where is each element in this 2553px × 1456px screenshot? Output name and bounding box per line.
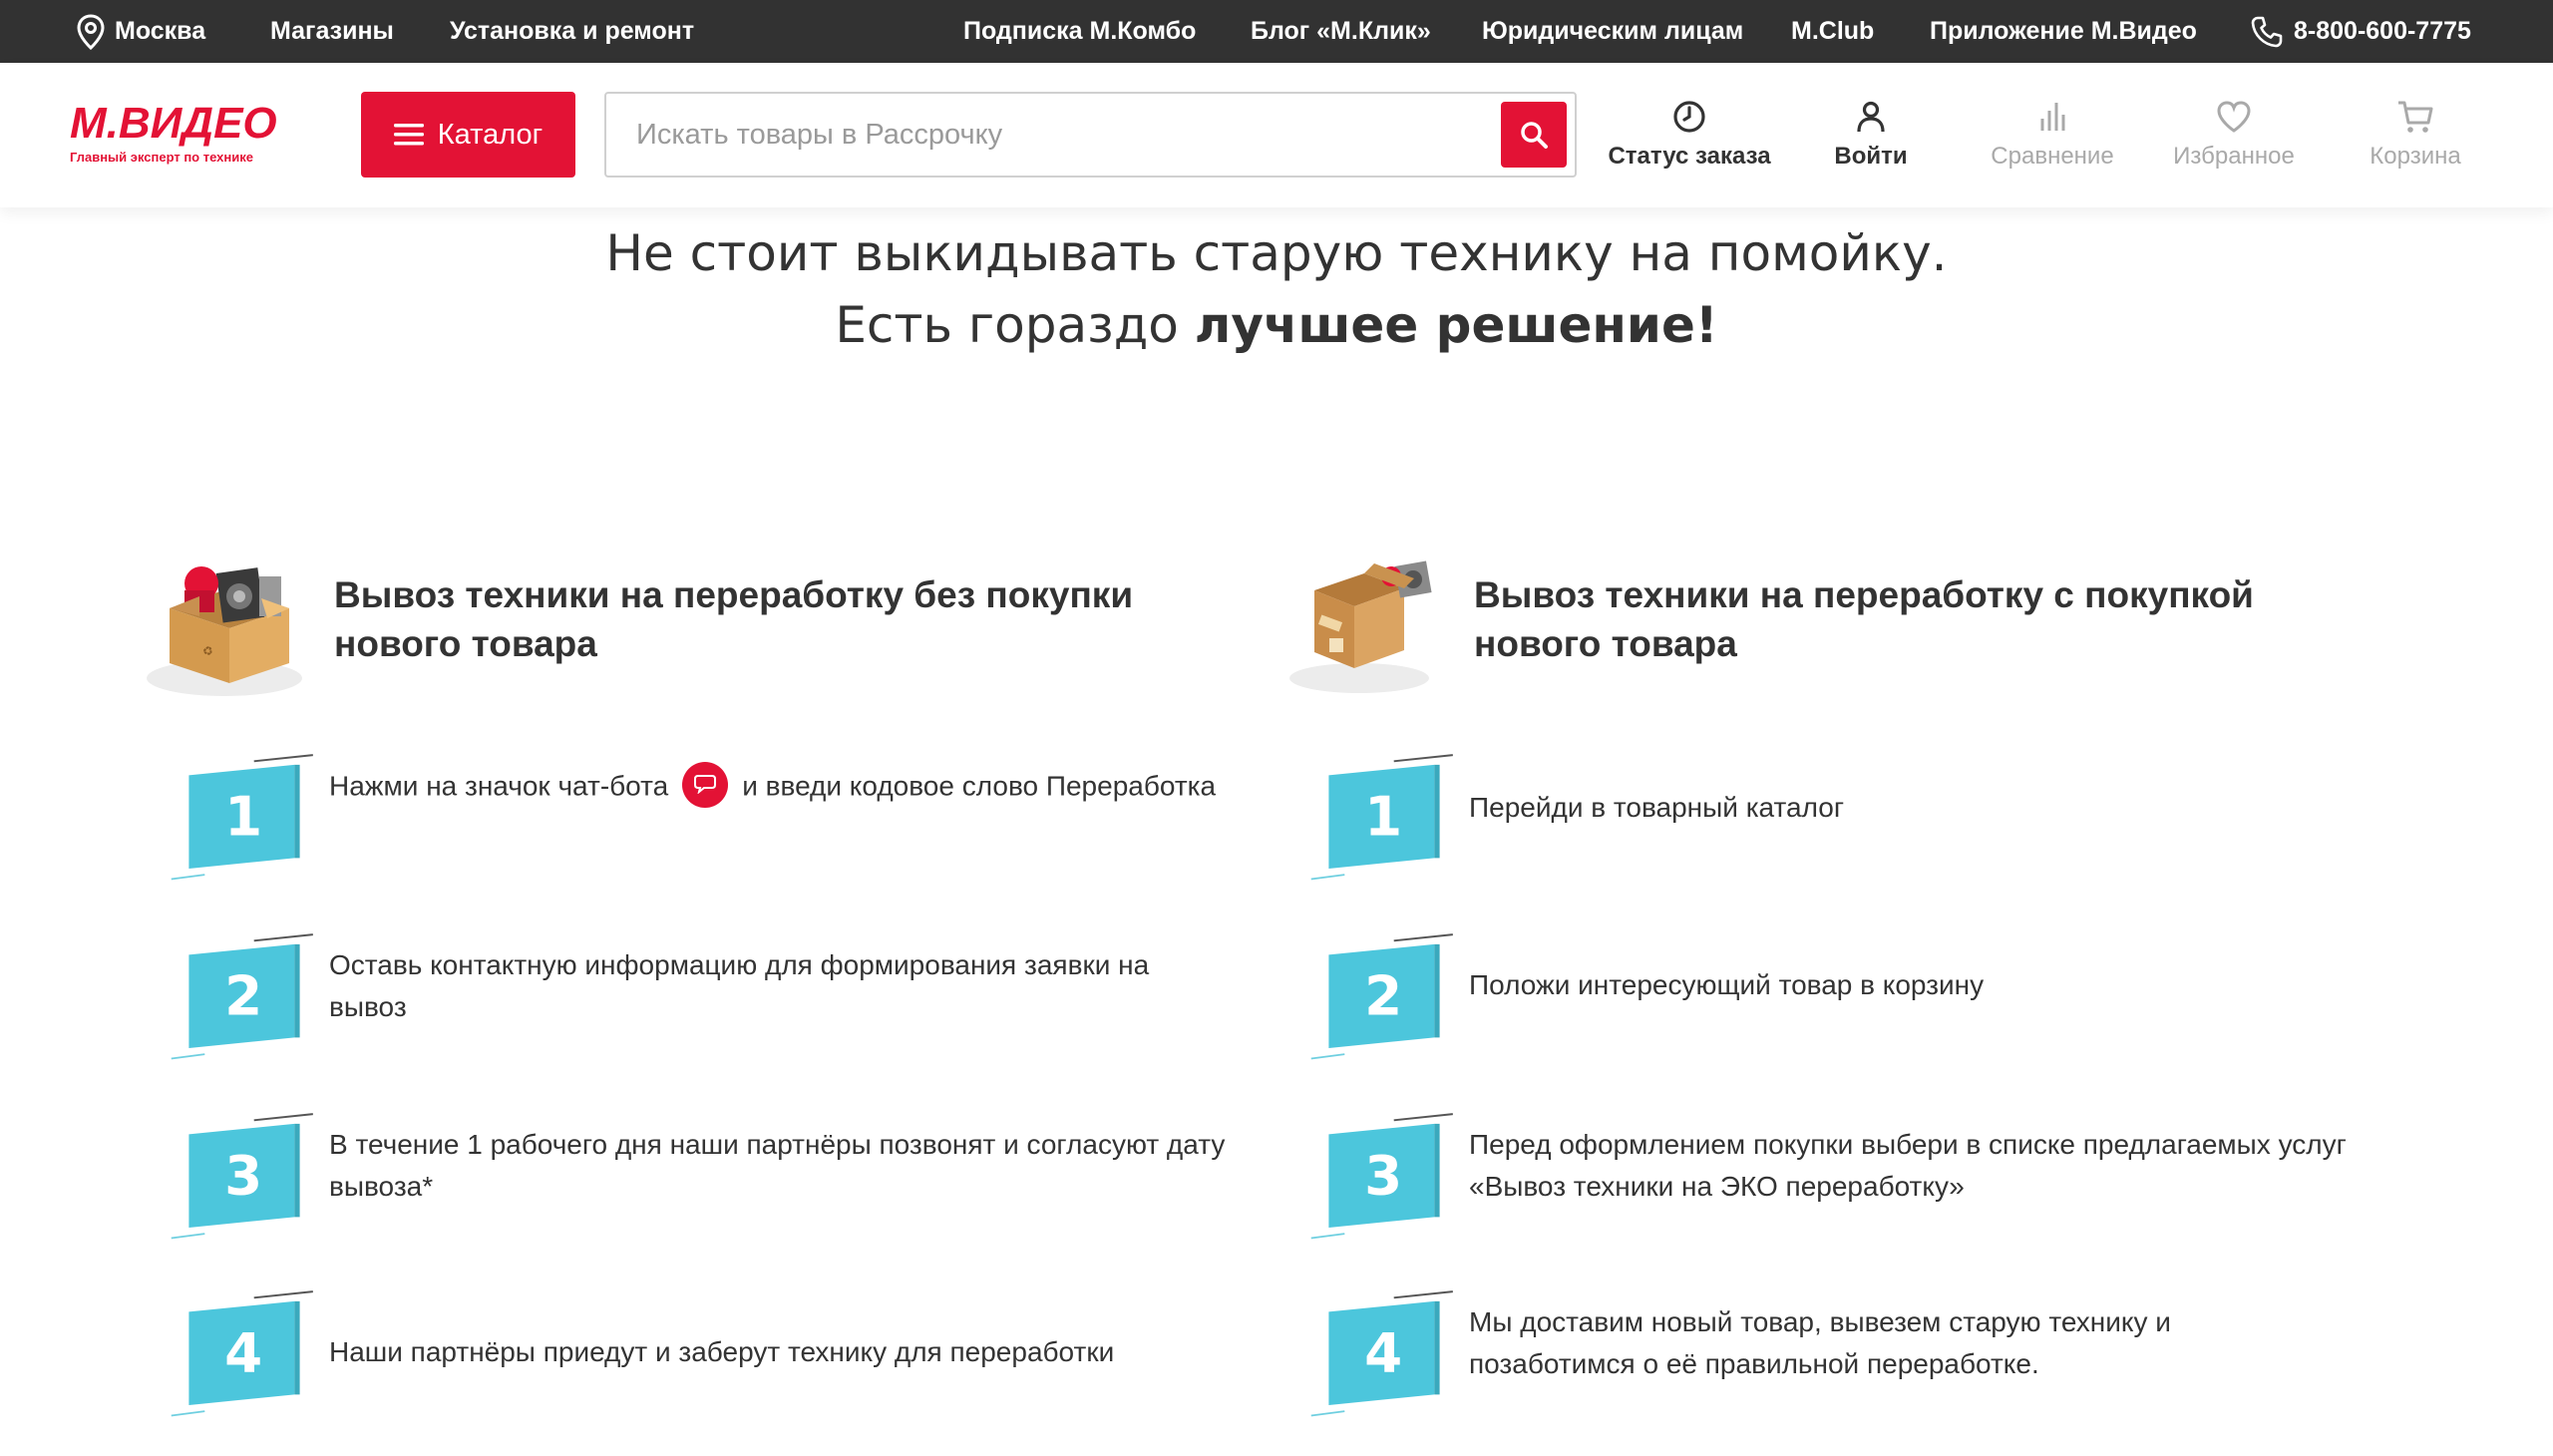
bar-chart-icon <box>2040 103 2065 131</box>
phone-number: 8-800-600-7775 <box>2294 17 2471 45</box>
logo-brand: М.ВИДЕО <box>70 99 277 148</box>
order-status-label: Статус заказа <box>1608 143 1771 170</box>
step-number: 1 <box>1364 784 1402 848</box>
hero-line-2-regular: Есть гораздо <box>835 296 1195 354</box>
step-number-4-icon: 4 <box>1309 1290 1454 1417</box>
subscription-link[interactable]: Подписка М.Комбо <box>963 0 1196 63</box>
left-step-4: 4 Наши партнёры приедут и заберут техник… <box>170 1277 1267 1427</box>
step-number-2-icon: 2 <box>1309 933 1454 1060</box>
heart-icon <box>2217 101 2251 133</box>
user-icon <box>1857 101 1885 133</box>
main-header: М.ВИДЕО Главный эксперт по технике Катал… <box>0 63 2553 207</box>
left-column-header: ♻ Вывоз техники на переработку без покуп… <box>140 529 1257 708</box>
step-number: 3 <box>224 1143 262 1207</box>
hero-line-2-bold: лучшее решение! <box>1194 296 1718 354</box>
top-bar: Москва Магазины Установка и ремонт Подпи… <box>0 0 2553 63</box>
catalog-label: Каталог <box>437 118 544 151</box>
step-number: 4 <box>224 1320 262 1384</box>
login-button[interactable]: Войти <box>1781 99 1961 179</box>
step-number-2-icon: 2 <box>170 933 314 1060</box>
favorites-button[interactable]: Избранное <box>2144 99 2324 179</box>
hero-line-1: Не стоит выкидывать старую технику на по… <box>605 224 1948 282</box>
step-number: 2 <box>1364 963 1402 1027</box>
left-step-1: 1 Нажми на значок чат-бота и введи кодово… <box>170 741 1267 891</box>
location-pin-icon <box>77 14 105 51</box>
left-step-2: 2 Оставь контактную информацию для форми… <box>170 920 1267 1070</box>
chat-bubble-icon <box>694 775 717 794</box>
step-number: 3 <box>1364 1143 1402 1207</box>
right-step-2-text: Положи интересующий товар в корзину <box>1469 969 1985 1000</box>
blog-link[interactable]: Блог «М.Клик» <box>1251 0 1431 63</box>
left-column-title: Вывоз техники на переработку без покупки… <box>334 574 1134 664</box>
mclub-link[interactable]: M.Club <box>1791 0 1874 63</box>
legal-entities-link[interactable]: Юридическим лицам <box>1482 0 1743 63</box>
favorites-label: Избранное <box>2173 143 2295 170</box>
search-box <box>604 92 1577 178</box>
left-step-1-text-after: и введи кодовое слово Переработка <box>742 770 1217 802</box>
step-number-3-icon: 3 <box>1309 1113 1454 1240</box>
city-label: Москва <box>115 17 206 45</box>
logo[interactable]: М.ВИДЕО Главный эксперт по технике <box>70 101 284 181</box>
right-step-3-text: Перед оформлением покупки выбери в списк… <box>1469 1129 2347 1202</box>
logo-tagline: Главный эксперт по технике <box>70 150 253 165</box>
right-step-2: 2 Положи интересующий товар в корзину <box>1309 920 2406 1070</box>
left-step-1-text: Нажми на значок чат-бота и введи кодовое … <box>329 762 1286 811</box>
compare-label: Сравнение <box>1991 143 2114 170</box>
step-number: 4 <box>1364 1320 1402 1384</box>
left-step-3-text: В течение 1 рабочего дня наши партнёры п… <box>329 1129 1226 1202</box>
hero-heading: Не стоит выкидывать старую технику на по… <box>0 217 2553 361</box>
app-link[interactable]: Приложение М.Видео <box>1930 0 2197 63</box>
clock-icon <box>1673 101 1705 133</box>
install-repair-link[interactable]: Установка и ремонт <box>450 0 694 63</box>
right-column-header: Вывоз техники на переработку с покупкой … <box>1279 529 2396 708</box>
cart-icon <box>2398 101 2433 133</box>
step-number-3-icon: 3 <box>170 1113 314 1240</box>
chat-bot-icon[interactable] <box>682 762 729 808</box>
stores-link[interactable]: Магазины <box>270 0 394 63</box>
city-selector[interactable]: Москва <box>75 0 205 63</box>
right-step-4-text: Мы доставим новый товар, вывезем старую … <box>1469 1306 2171 1379</box>
search-icon <box>1521 122 1548 149</box>
catalog-button[interactable]: Каталог <box>361 92 575 178</box>
step-number: 1 <box>224 784 262 848</box>
cart-button[interactable]: Корзина <box>2326 99 2505 179</box>
left-step-1-text-before: Нажми на значок чат-бота <box>329 770 669 802</box>
right-step-4: 4 Мы доставим новый товар, вывезем стару… <box>1309 1277 2406 1427</box>
right-column-title: Вывоз техники на переработку с покупкой … <box>1474 574 2254 664</box>
step-number-1-icon: 1 <box>170 754 314 881</box>
right-column: Вывоз техники на переработку с покупкой … <box>1279 529 2396 1417</box>
phone-link[interactable]: 8-800-600-7775 <box>2250 0 2471 63</box>
login-label: Войти <box>1834 143 1908 170</box>
menu-icon <box>393 124 424 146</box>
left-step-3: 3 В течение 1 рабочего дня наши партнёры… <box>170 1100 1267 1250</box>
right-step-3: 3 Перед оформлением покупки выбери в спи… <box>1309 1100 2406 1250</box>
left-step-4-text: Наши партнёры приедут и заберут технику … <box>329 1336 1115 1367</box>
hero-line-2: Есть гораздо лучшее решение! <box>0 289 2553 361</box>
step-number: 2 <box>224 963 262 1027</box>
box-with-appliances-icon: ♻ <box>147 566 302 696</box>
left-step-2-text: Оставь контактную информацию для формиро… <box>329 949 1150 1022</box>
phone-icon <box>2251 17 2283 48</box>
compare-button[interactable]: Сравнение <box>1963 99 2142 179</box>
delivery-box-icon <box>1289 560 1432 693</box>
right-step-1-text: Перейди в товарный каталог <box>1469 792 1845 823</box>
left-column: ♻ Вывоз техники на переработку без покуп… <box>140 529 1257 1417</box>
cart-label: Корзина <box>2370 143 2461 170</box>
right-step-1: 1 Перейди в товарный каталог <box>1309 741 2406 891</box>
search-button[interactable] <box>1501 102 1567 168</box>
step-number-1-icon: 1 <box>1309 754 1454 881</box>
search-input[interactable] <box>606 94 1484 176</box>
step-number-4-icon: 4 <box>170 1290 314 1417</box>
order-status-button[interactable]: Статус заказа <box>1600 99 1779 179</box>
